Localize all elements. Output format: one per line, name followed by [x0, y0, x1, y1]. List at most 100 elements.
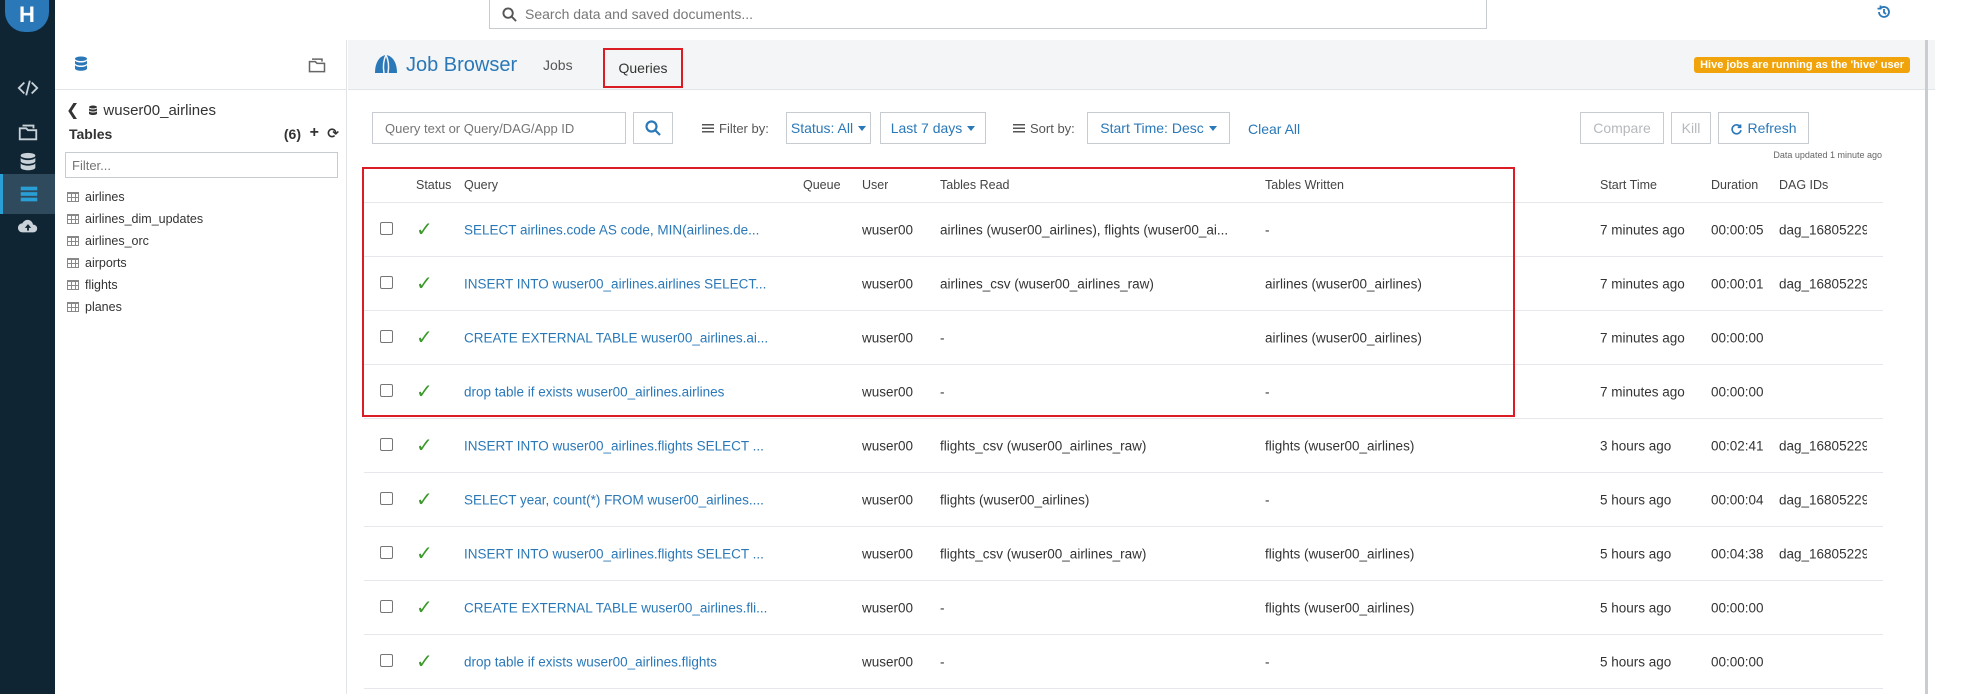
query-search-input[interactable] [372, 112, 626, 144]
history-icon[interactable] [1876, 4, 1892, 23]
sort-icon [1013, 124, 1025, 133]
user-cell: wuser00 [862, 600, 914, 615]
user-cell: wuser00 [862, 546, 914, 561]
table-item[interactable]: planes [67, 296, 203, 318]
tables-written-cell: flights (wuser00_airlines) [1265, 600, 1415, 615]
hue-logo[interactable]: H [5, 0, 49, 32]
database-icon[interactable] [72, 54, 90, 77]
start-time-cell: 7 minutes ago [1600, 384, 1685, 399]
dag-id-cell[interactable]: dag_16805229 [1779, 438, 1867, 453]
table-row[interactable]: ✓ drop table if exists wuser00_airlines.f… [364, 635, 1883, 689]
start-time-cell: 5 hours ago [1600, 492, 1672, 507]
row-checkbox[interactable] [380, 383, 393, 400]
status-success-icon: ✓ [416, 327, 433, 348]
table-icon [67, 280, 79, 290]
query-link[interactable]: INSERT INTO wuser00_airlines.flights SEL… [464, 438, 774, 453]
query-link[interactable]: INSERT INTO wuser00_airlines.airlines SE… [464, 276, 774, 291]
refresh-button[interactable]: Refresh [1718, 112, 1809, 144]
column-header-dag-ids[interactable]: DAG IDs [1779, 178, 1867, 192]
row-checkbox[interactable] [380, 275, 393, 292]
table-item[interactable]: flights [67, 274, 203, 296]
query-link[interactable]: drop table if exists wuser00_airlines.fl… [464, 654, 774, 669]
sort-by-label: Sort by: [1013, 121, 1075, 136]
filter-by-label: Filter by: [702, 121, 769, 136]
status-filter-dropdown[interactable]: Status: All [786, 112, 871, 144]
vertical-scrollbar[interactable] [1925, 40, 1928, 694]
add-table-icon[interactable]: + [310, 124, 319, 142]
table-item[interactable]: airlines_dim_updates [67, 208, 203, 230]
table-name: flights [85, 278, 118, 292]
row-checkbox[interactable] [380, 437, 393, 454]
table-icon [67, 258, 79, 268]
query-link[interactable]: SELECT year, count(*) FROM wuser00_airli… [464, 492, 774, 507]
column-header-query[interactable]: Query [464, 178, 774, 192]
table-row[interactable]: ✓ SELECT year, count(*) FROM wuser00_airl… [364, 473, 1883, 527]
dag-id-cell[interactable]: dag_16805229 [1779, 492, 1867, 507]
database-icon [89, 105, 98, 115]
row-checkbox[interactable] [380, 221, 393, 238]
duration-cell: 00:04:38 [1711, 546, 1764, 561]
duration-cell: 00:00:00 [1711, 600, 1764, 615]
table-row[interactable]: ✓ INSERT INTO wuser00_airlines.flights SE… [364, 419, 1883, 473]
column-header-user[interactable]: User [862, 178, 888, 192]
column-header-duration[interactable]: Duration [1711, 178, 1758, 192]
tab-jobs[interactable]: Jobs [543, 57, 573, 73]
row-checkbox[interactable] [380, 599, 393, 616]
dag-id-cell[interactable]: dag_16805229 [1779, 276, 1867, 291]
compare-button[interactable]: Compare [1580, 112, 1664, 144]
database-name: wuser00_airlines [103, 101, 216, 119]
column-header-tables-read[interactable]: Tables Read [940, 178, 1245, 192]
table-row[interactable]: ✓ drop table if exists wuser00_airlines.a… [364, 365, 1883, 419]
query-link[interactable]: CREATE EXTERNAL TABLE wuser00_airlines.f… [464, 600, 774, 615]
dag-id-cell[interactable]: dag_16805229 [1779, 546, 1867, 561]
column-header-tables-written[interactable]: Tables Written [1265, 178, 1565, 192]
table-row[interactable]: ✓ INSERT INTO wuser00_airlines.airlines S… [364, 257, 1883, 311]
code-editor-icon[interactable] [0, 68, 55, 108]
duration-cell: 00:00:00 [1711, 330, 1764, 345]
tables-written-cell: airlines (wuser00_airlines) [1265, 330, 1422, 345]
kill-button[interactable]: Kill [1671, 112, 1711, 144]
refresh-icon[interactable]: ⟳ [327, 125, 339, 142]
query-link[interactable]: INSERT INTO wuser00_airlines.flights SEL… [464, 546, 774, 561]
date-filter-label: Last 7 days [890, 120, 963, 136]
tables-header: Tables (6) + ⟳ [69, 124, 339, 142]
documents-icon[interactable] [306, 55, 328, 78]
row-checkbox[interactable] [380, 491, 393, 508]
table-row[interactable]: ✓ CREATE EXTERNAL TABLE wuser00_airlines.… [364, 581, 1883, 635]
column-header-queue[interactable]: Queue [803, 178, 841, 192]
dag-id-cell[interactable]: dag_16805229 [1779, 222, 1867, 237]
table-row[interactable]: ✓ INSERT INTO wuser00_airlines.flights SE… [364, 527, 1883, 581]
search-icon [502, 6, 517, 22]
refresh-icon [1731, 123, 1743, 135]
query-link[interactable]: CREATE EXTERNAL TABLE wuser00_airlines.a… [464, 330, 774, 345]
clear-all-link[interactable]: Clear All [1248, 121, 1300, 137]
row-checkbox[interactable] [380, 329, 393, 346]
user-cell: wuser00 [862, 222, 914, 237]
database-breadcrumb[interactable]: ❮ wuser00_airlines [66, 100, 216, 120]
table-item[interactable]: airports [67, 252, 203, 274]
row-checkbox[interactable] [380, 545, 393, 562]
query-link[interactable]: SELECT airlines.code AS code, MIN(airlin… [464, 222, 774, 237]
cloud-upload-icon[interactable] [0, 206, 55, 246]
table-filter-input[interactable] [65, 152, 338, 178]
sort-dropdown[interactable]: Start Time: Desc [1087, 112, 1230, 144]
global-search-input[interactable]: Search data and saved documents... [489, 0, 1487, 29]
query-link[interactable]: drop table if exists wuser00_airlines.ai… [464, 384, 774, 399]
query-search-button[interactable] [633, 112, 673, 144]
column-header-start-time[interactable]: Start Time [1600, 178, 1657, 192]
assist-header [55, 40, 346, 90]
table-row[interactable]: ✓ SELECT airlines.code AS code, MIN(airli… [364, 203, 1883, 257]
tables-count: (6) [283, 126, 301, 142]
sort-value-label: Start Time: Desc [1100, 120, 1204, 136]
column-header-status[interactable]: Status [416, 178, 451, 192]
row-checkbox[interactable] [380, 653, 393, 670]
table-item[interactable]: airlines [67, 186, 203, 208]
assist-panel: ❮ wuser00_airlines Tables (6) + ⟳ airlin… [55, 40, 347, 694]
chevron-left-icon[interactable]: ❮ [66, 100, 79, 120]
filter-by-text: Filter by: [719, 121, 769, 136]
user-cell: wuser00 [862, 438, 914, 453]
tab-queries[interactable]: Queries [603, 48, 683, 88]
table-item[interactable]: airlines_orc [67, 230, 203, 252]
table-row[interactable]: ✓ CREATE EXTERNAL TABLE wuser00_airlines.… [364, 311, 1883, 365]
date-filter-dropdown[interactable]: Last 7 days [880, 112, 986, 144]
